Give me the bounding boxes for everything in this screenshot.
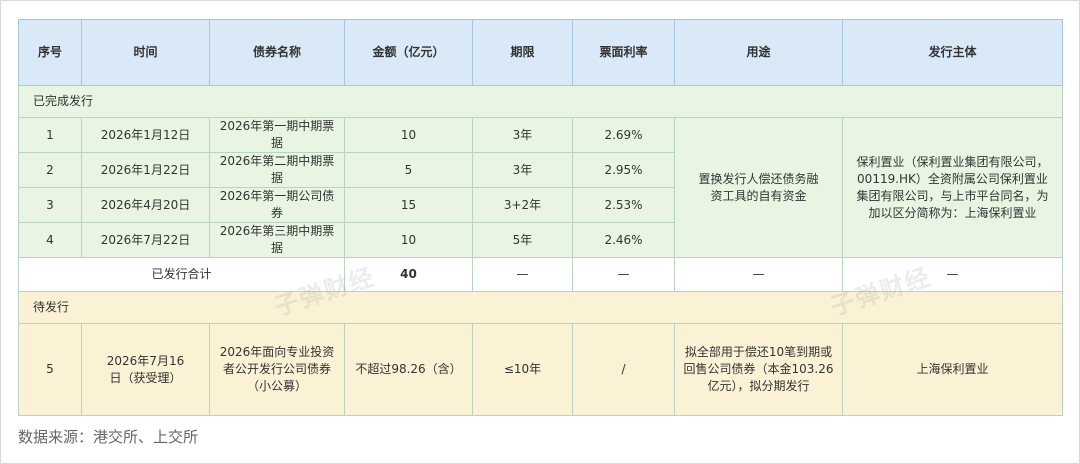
cell-amount: 不超过98.26（含）: [344, 323, 473, 416]
summary-term: —: [472, 257, 573, 292]
cell-date: 2026年1月12日: [81, 117, 210, 153]
cell-issuer: 上海保利置业: [842, 323, 1063, 416]
cell-amount: 15: [344, 187, 473, 223]
cell-bond-name: 2026年第一期公司债券: [209, 187, 345, 223]
cell-amount: 10: [344, 222, 473, 258]
cell-term: 5年: [472, 222, 573, 258]
cell-issuer-completed: 保利置业（保利置业集团有限公司，00119.HK）全资附属公司保利置业集团有限公…: [842, 117, 1063, 258]
cell-rate: 2.69%: [572, 117, 675, 153]
header-no: 序号: [18, 19, 82, 86]
cell-rate: 2.53%: [572, 187, 675, 223]
section-label-pending: 待发行: [18, 291, 1063, 324]
cell-no: 4: [18, 222, 82, 258]
header-use: 用途: [674, 19, 843, 86]
cell-bond-name: 2026年第三期中期票据: [209, 222, 345, 258]
summary-rate: —: [572, 257, 675, 292]
cell-use: 拟全部用于偿还10笔到期或回售公司债券（本金103.26亿元），拟分期发行: [674, 323, 843, 416]
source-note: 数据来源：港交所、上交所: [18, 428, 199, 446]
cell-amount: 5: [344, 152, 473, 188]
cell-no: 2: [18, 152, 82, 188]
cell-bond-name: 2026年面向专业投资者公开发行公司债券（小公募）: [209, 323, 345, 416]
cell-rate: /: [572, 323, 675, 416]
cell-date: 2026年1月22日: [81, 152, 210, 188]
header-bond-name: 债券名称: [209, 19, 345, 86]
cell-bond-name: 2026年第二期中期票据: [209, 152, 345, 188]
summary-amount: 40: [344, 257, 473, 292]
summary-use: —: [674, 257, 843, 292]
summary-label: 已发行合计: [18, 257, 345, 292]
cell-term: 3+2年: [472, 187, 573, 223]
cell-no: 1: [18, 117, 82, 153]
summary-row: 已发行合计 40 — — — —: [18, 257, 1063, 292]
cell-no: 3: [18, 187, 82, 223]
cell-rate: 2.95%: [572, 152, 675, 188]
section-label-completed: 已完成发行: [18, 85, 1063, 118]
header-row: 序号 时间 债券名称 金额（亿元） 期限 票面利率 用途 发行主体: [18, 19, 1063, 86]
header-rate: 票面利率: [572, 19, 675, 86]
summary-issuer: —: [842, 257, 1063, 292]
cell-use-completed: 置换发行人偿还债务融资工具的自有资金: [674, 117, 843, 258]
header-issuer: 发行主体: [842, 19, 1063, 86]
cell-term: ≤10年: [472, 323, 573, 416]
cell-date: 2026年4月20日: [81, 187, 210, 223]
cell-date: 2026年7月22日: [81, 222, 210, 258]
cell-term: 3年: [472, 117, 573, 153]
bond-issuance-table: 序号 时间 债券名称 金额（亿元） 期限 票面利率 用途 发行主体 已完成发行 …: [18, 19, 1063, 416]
cell-date: 2026年7月16日（获受理）: [81, 323, 210, 416]
header-date: 时间: [81, 19, 210, 86]
table-row: 1 2026年1月12日 2026年第一期中期票据 10 3年 2.69% 置换…: [18, 117, 1063, 258]
cell-amount: 10: [344, 117, 473, 153]
cell-term: 3年: [472, 152, 573, 188]
cell-bond-name: 2026年第一期中期票据: [209, 117, 345, 153]
header-term: 期限: [472, 19, 573, 86]
cell-rate: 2.46%: [572, 222, 675, 258]
header-amount: 金额（亿元）: [344, 19, 473, 86]
table-row: 5 2026年7月16日（获受理） 2026年面向专业投资者公开发行公司债券（小…: [18, 323, 1063, 416]
section-completed: 已完成发行: [18, 85, 1063, 118]
section-pending: 待发行: [18, 291, 1063, 324]
cell-no: 5: [18, 323, 82, 416]
